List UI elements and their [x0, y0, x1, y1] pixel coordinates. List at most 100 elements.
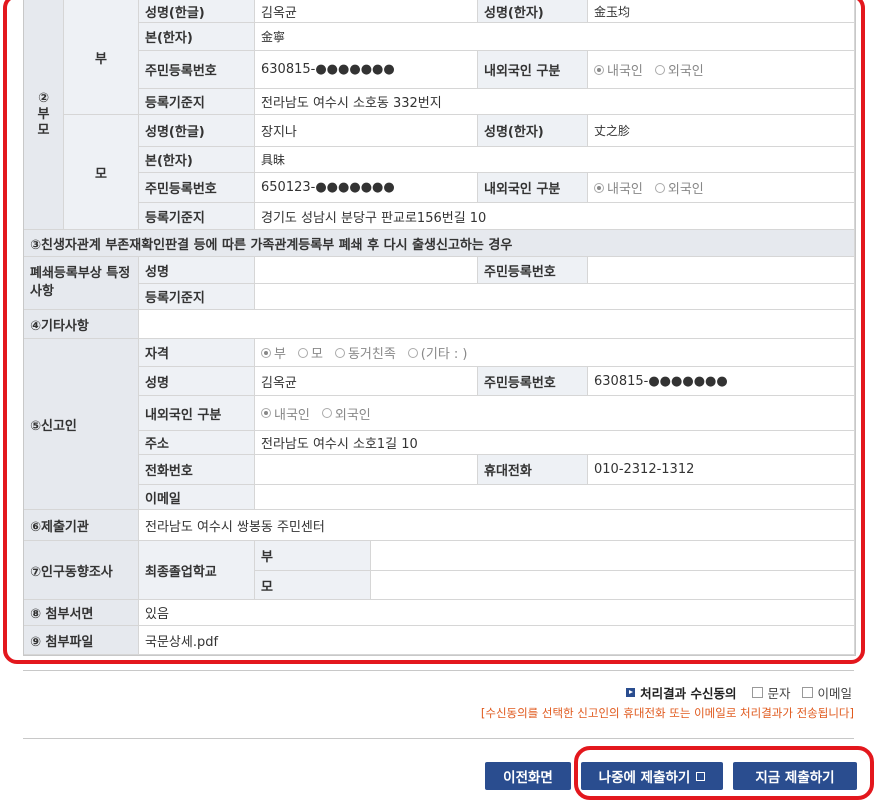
section8-value: 있음	[139, 600, 855, 626]
consent-panel: 처리결과 수신동의 문자 이메일 [수신동의를 선택한 신고인의 휴대전화 또는…	[23, 670, 854, 739]
section9-value[interactable]: 국문상세.pdf	[139, 626, 855, 655]
reporter-email-label: 이메일	[139, 485, 255, 510]
father-label: 부	[64, 0, 139, 115]
mother-name-hangul-label: 성명(한글)	[139, 115, 255, 147]
section8-label: ⑧ 첨부서면	[24, 600, 139, 626]
reporter-nationality-radios: 내국인 외국인	[255, 396, 855, 431]
father-address: 전라남도 여수시 소호동 332번지	[255, 89, 855, 115]
section3-name-value	[255, 257, 478, 284]
father-address-label: 등록기준지	[139, 89, 255, 115]
father-nationality-radios: 내국인 외국인	[588, 51, 855, 89]
reporter-phone-label: 전화번호	[139, 455, 255, 485]
consent-title-text: 처리결과 수신동의	[640, 686, 737, 701]
previous-button-label: 이전화면	[503, 770, 553, 786]
father-origin: 金寧	[255, 23, 855, 51]
section7-father-label: 부	[255, 541, 371, 571]
section3-rrn-value	[588, 257, 855, 284]
section3-name-label: 성명	[139, 257, 255, 284]
section3-rrn-label: 주민등록번호	[478, 257, 588, 284]
parents-section-text: ② 부 모	[37, 90, 50, 138]
radio-unselected-icon	[407, 347, 418, 358]
submit-now-button[interactable]: 지금 제출하기	[733, 762, 857, 790]
checkbox-icon	[802, 687, 814, 698]
reporter-address: 전라남도 여수시 소호1길 10	[255, 431, 855, 455]
radio-selected-icon	[594, 64, 604, 75]
radio-label: 외국인	[667, 182, 704, 197]
father-domestic-radio[interactable]: 내국인	[594, 60, 643, 79]
father-nationality-label: 내외국인 구분	[478, 51, 588, 89]
arrow-bullet-icon	[626, 688, 636, 697]
qualification-relative-radio[interactable]: 동거친족	[334, 343, 396, 362]
radio-selected-icon	[594, 182, 604, 193]
section6-value: 전라남도 여수시 쌍봉동 주민센터	[139, 510, 855, 541]
radio-label: 내국인	[607, 64, 643, 79]
reporter-domestic-radio[interactable]: 내국인	[261, 404, 310, 423]
radio-label: 내국인	[274, 407, 310, 423]
checkbox-label: 문자	[767, 686, 791, 701]
mother-domestic-radio[interactable]: 내국인	[594, 178, 643, 197]
mother-address: 경기도 성남시 분당구 판교로156번길 10	[255, 203, 855, 230]
checkbox-label: 이메일	[817, 686, 852, 701]
father-label-text: 부	[95, 51, 107, 67]
mother-nationality-radios: 내국인 외국인	[588, 173, 855, 203]
reporter-rrn: 630815-●●●●●●●	[588, 367, 855, 396]
submit-now-label: 지금 제출하기	[755, 770, 835, 786]
mother-label-text: 모	[95, 166, 107, 182]
mother-name-hanja-label: 성명(한자)	[478, 115, 588, 147]
external-link-icon	[696, 771, 706, 781]
father-name-hangul-label: 성명(한글)	[139, 0, 255, 23]
radio-selected-icon	[261, 408, 271, 418]
reporter-qualification-radios: 부 모 동거친족 (기타 : )	[255, 339, 855, 367]
section3-address-label: 등록기준지	[139, 284, 255, 310]
qualification-father-radio[interactable]: 부	[261, 343, 286, 362]
section4-value	[139, 310, 855, 339]
radio-unselected-icon	[297, 347, 308, 358]
radio-selected-icon	[261, 347, 271, 358]
qualification-other-radio[interactable]: (기타 : )	[407, 343, 468, 362]
reporter-label: ⑤신고인	[24, 339, 139, 510]
radio-label: (기타 : )	[420, 347, 468, 362]
father-rrn-label: 주민등록번호	[139, 51, 255, 89]
mother-origin-label: 본(한자)	[139, 147, 255, 173]
mother-name-hanja: 丈之胗	[588, 115, 855, 147]
reporter-mobile: 010-2312-1312	[588, 455, 855, 485]
radio-unselected-icon	[321, 408, 332, 418]
submit-later-button[interactable]: 나중에 제출하기	[581, 762, 723, 790]
radio-label: 외국인	[667, 64, 704, 79]
consent-row: 처리결과 수신동의 문자 이메일	[626, 683, 854, 702]
mother-name-hangul: 장지나	[255, 115, 478, 147]
reporter-mobile-label: 휴대전화	[478, 455, 588, 485]
radio-label: 내국인	[607, 182, 643, 197]
previous-button[interactable]: 이전화면	[485, 762, 571, 790]
mother-foreign-radio[interactable]: 외국인	[654, 178, 704, 197]
radio-unselected-icon	[334, 347, 345, 358]
radio-label: 외국인	[334, 407, 371, 423]
mother-label: 모	[64, 115, 139, 230]
father-name-hanja-label: 성명(한자)	[478, 0, 588, 23]
reporter-foreign-radio[interactable]: 외국인	[321, 404, 371, 423]
section7-school-label: 최종졸업학교	[139, 541, 255, 600]
consent-email-checkbox[interactable]: 이메일	[802, 683, 852, 702]
reporter-name-label: 성명	[139, 367, 255, 396]
consent-note: [수신동의를 선택한 신고인의 휴대전화 또는 이메일로 처리결과가 전송됩니다…	[480, 706, 854, 720]
mother-address-label: 등록기준지	[139, 203, 255, 230]
qualification-mother-radio[interactable]: 모	[297, 343, 323, 362]
mother-nationality-label: 내외국인 구분	[478, 173, 588, 203]
reporter-name: 김옥균	[255, 367, 478, 396]
section9-label: ⑨ 첨부파일	[24, 626, 139, 655]
section7-label: ⑦인구동향조사	[24, 541, 139, 600]
section7-mother-value	[371, 571, 855, 600]
consent-sms-checkbox[interactable]: 문자	[752, 683, 790, 702]
section7-father-value	[371, 541, 855, 571]
section3-title: ③친생자관계 부존재확인판결 등에 따른 가족관계등록부 폐쇄 후 다시 출생신…	[24, 230, 855, 257]
radio-label: 동거친족	[347, 347, 396, 362]
father-name-hangul: 김옥균	[255, 0, 478, 23]
section4-label: ④기타사항	[24, 310, 139, 339]
reporter-phone	[255, 455, 478, 485]
reporter-qualification-label: 자격	[139, 339, 255, 367]
section7-mother-label: 모	[255, 571, 371, 600]
reporter-nationality-label: 내외국인 구분	[139, 396, 255, 431]
father-foreign-radio[interactable]: 외국인	[654, 60, 704, 79]
radio-label: 모	[310, 347, 323, 362]
radio-unselected-icon	[654, 182, 665, 193]
